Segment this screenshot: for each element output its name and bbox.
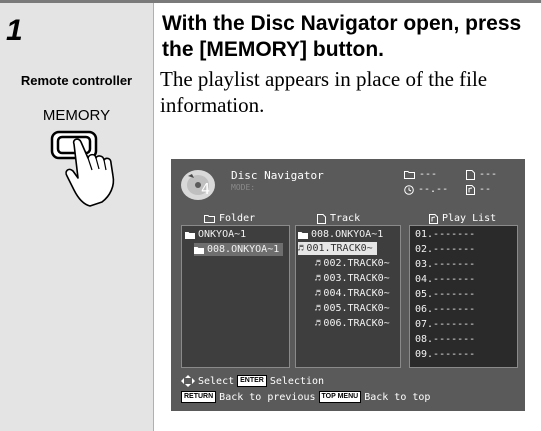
music-file-icon	[429, 213, 438, 224]
folder-name: 008.ONKYOA~1	[207, 244, 280, 255]
time-value: --.--	[418, 184, 449, 195]
file-icon	[317, 213, 326, 224]
playlist-item[interactable]: 06.-------	[415, 303, 475, 316]
playlist-item[interactable]: 03.-------	[415, 258, 475, 271]
track-name: 003.TRACK0~	[323, 273, 390, 284]
track-pane-header: Track	[317, 213, 360, 224]
playlist-item[interactable]: 01.-------	[415, 228, 475, 241]
disc-icon	[181, 170, 215, 200]
track-list-item[interactable]: ♬ 005.TRACK0~	[315, 302, 390, 315]
track-name: 004.TRACK0~	[323, 288, 390, 299]
folder-count-value: ---	[419, 169, 438, 180]
track-name: 001.TRACK0~	[306, 243, 373, 254]
clock-icon	[404, 184, 414, 195]
instruction-heading: With the Disc Navigator open, press the …	[162, 12, 522, 61]
folder-count-status: ---	[404, 169, 437, 180]
folder-pane-header: Folder	[204, 213, 255, 224]
track-list-item[interactable]: ♬ 002.TRACK0~	[315, 257, 390, 270]
track-list-item[interactable]: ♬ 006.TRACK0~	[315, 317, 390, 330]
hand-pressing-button-icon	[50, 130, 115, 207]
mode-label: MODE:	[231, 183, 256, 192]
track-value: --	[479, 184, 492, 195]
back-top-label: Back to top	[364, 391, 431, 403]
track-pane-title: Track	[330, 213, 361, 224]
track-status: --	[466, 184, 491, 195]
column-divider	[153, 3, 154, 431]
track-list-item[interactable]: ♬ 003.TRACK0~	[315, 272, 390, 285]
playlist-item[interactable]: 05.-------	[415, 288, 475, 301]
track-list-folder[interactable]: 008.ONKYOA~1	[298, 228, 383, 241]
music-note-icon: ♬	[315, 258, 321, 269]
navigator-title: Disc Navigator	[231, 169, 324, 182]
folder-icon	[204, 215, 215, 223]
music-note-icon: ♬	[298, 243, 304, 254]
folder-list-item[interactable]: 008.ONKYOA~1	[194, 243, 284, 256]
remote-controller-label: Remote controller	[20, 73, 133, 88]
direction-pad-icon	[181, 375, 195, 387]
file-icon	[466, 169, 475, 180]
folder-icon	[298, 231, 308, 239]
track-name: 006.TRACK0~	[323, 318, 390, 329]
playlist-item[interactable]: 09.-------	[415, 348, 475, 361]
track-name: 002.TRACK0~	[323, 258, 390, 269]
time-status: --.--	[404, 184, 448, 195]
file-count-value: ---	[479, 169, 498, 180]
footer-select-hint: Select ENTER Selection	[181, 375, 324, 387]
selection-label: Selection	[269, 375, 325, 387]
playlist-item[interactable]: 02.-------	[415, 243, 475, 256]
music-file-icon	[466, 184, 475, 195]
playlist-pane-header: Play List	[429, 213, 496, 224]
instruction-body: The playlist appears in place of the fil…	[160, 67, 488, 117]
music-note-icon: ♬	[315, 318, 321, 329]
return-key-icon: RETURN	[181, 391, 217, 403]
playlist-item[interactable]: 04.-------	[415, 273, 475, 286]
memory-button-label: MEMORY	[42, 107, 111, 124]
folder-icon	[194, 246, 204, 254]
folder-name: ONKYOA~1	[198, 229, 247, 240]
step-number: 1	[6, 14, 23, 47]
music-note-icon: ♬	[315, 288, 321, 299]
playlist-item[interactable]: 07.-------	[415, 318, 475, 331]
music-note-icon: ♬	[315, 303, 321, 314]
track-name: 005.TRACK0~	[323, 303, 390, 314]
track-folder-name: 008.ONKYOA~1	[311, 229, 384, 240]
enter-key-icon: ENTER	[237, 375, 267, 387]
top-menu-key-icon: TOP MENU	[318, 391, 362, 403]
folder-pane-title: Folder	[219, 213, 256, 224]
sidebar-panel	[0, 3, 153, 431]
back-previous-label: Back to previous	[219, 391, 316, 403]
folder-list-item[interactable]: ONKYOA~1	[185, 228, 246, 241]
disc-number: 4	[201, 180, 211, 198]
playlist-pane-title: Play List	[442, 213, 497, 224]
select-label: Select	[198, 375, 235, 387]
playlist-item[interactable]: 08.-------	[415, 333, 475, 346]
music-note-icon: ♬	[315, 273, 321, 284]
file-count-status: ---	[466, 169, 497, 180]
track-list-item-selected[interactable]: ♬ 001.TRACK0~	[298, 242, 377, 255]
folder-icon	[404, 171, 415, 179]
footer-back-hint: RETURN Back to previous TOP MENU Back to…	[181, 391, 430, 403]
track-list-item[interactable]: ♬ 004.TRACK0~	[315, 287, 390, 300]
folder-icon	[185, 231, 195, 239]
disc-navigator-screen: 4 Disc Navigator MODE: --- --- --.-- -- …	[171, 159, 525, 411]
